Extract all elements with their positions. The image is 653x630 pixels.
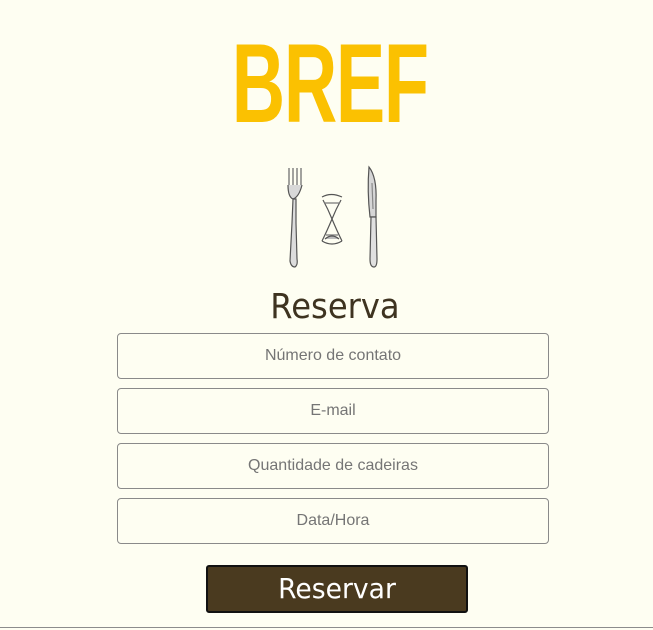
reserve-button-label: Reservar [278,572,396,605]
cutlery-hourglass-icon [287,165,378,268]
hourglass-icon [321,193,343,245]
reserve-button[interactable]: Reservar [206,565,468,613]
form-title: Reserva [270,287,400,327]
chairs-quantity-field[interactable] [117,443,549,489]
page-divider [0,627,653,628]
contact-number-field[interactable] [117,333,549,379]
email-field[interactable] [117,388,549,434]
fork-icon [287,168,303,268]
knife-icon [367,165,378,268]
brand-logo: BREF [231,21,429,146]
datetime-field[interactable] [117,498,549,544]
